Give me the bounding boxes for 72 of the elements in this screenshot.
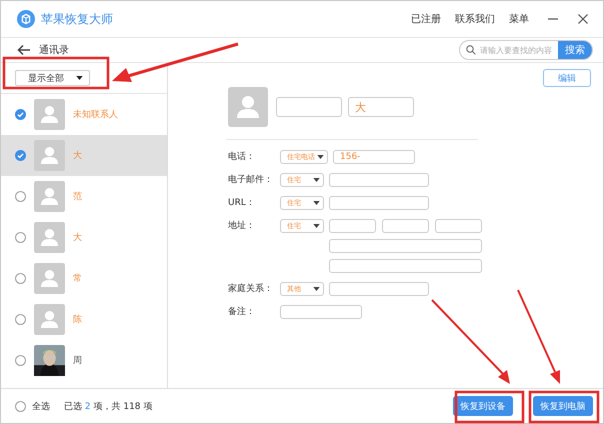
contact-name: 陈 — [73, 314, 82, 326]
selection-status: 已选 2 项，共 118 项 — [64, 400, 152, 412]
text-field[interactable] — [329, 173, 429, 187]
avatar-icon — [34, 304, 65, 335]
contact-name: 大 — [73, 232, 82, 244]
search-icon — [466, 45, 476, 55]
back-arrow-icon[interactable] — [17, 44, 31, 56]
last-name-field[interactable]: 大 — [348, 97, 414, 117]
contact-checkbox[interactable] — [15, 150, 26, 161]
contact-name: 常 — [73, 272, 82, 285]
filter-dropdown[interactable]: 显示全部 — [15, 70, 90, 86]
field-label: 地址： — [228, 220, 256, 233]
first-name-field[interactable] — [276, 97, 342, 117]
select-all-radio[interactable] — [15, 400, 26, 412]
page-title: 通讯录 — [39, 44, 69, 57]
contact-checkbox[interactable] — [15, 191, 26, 202]
restore-button[interactable]: 恢复到设备 — [453, 396, 513, 416]
avatar-icon — [34, 140, 65, 171]
contact-row[interactable]: 大 — [1, 135, 167, 176]
contact-name: 大 — [73, 150, 82, 162]
contact-row[interactable]: 大 — [1, 217, 167, 258]
caret-icon — [313, 287, 320, 291]
nav-link[interactable]: 已注册 — [411, 12, 441, 26]
text-field[interactable] — [329, 282, 429, 296]
annotation-box — [528, 390, 600, 424]
nav-link[interactable]: 联系我们 — [455, 12, 495, 26]
field-label: 备注： — [228, 306, 256, 319]
avatar-icon — [34, 181, 65, 212]
contact-name: 范 — [73, 190, 82, 203]
contact-checkbox[interactable] — [15, 314, 26, 325]
field-label: URL： — [228, 197, 256, 210]
edit-button[interactable]: 编辑 — [543, 69, 591, 87]
search-button[interactable]: 搜索 — [558, 41, 592, 59]
caret-icon — [313, 178, 320, 182]
avatar-icon — [34, 222, 65, 253]
text-field[interactable] — [329, 196, 429, 210]
contact-row[interactable]: 周 — [1, 340, 167, 381]
text-field[interactable] — [329, 259, 482, 273]
text-field[interactable] — [280, 305, 362, 319]
avatar-icon — [34, 99, 65, 130]
caret-icon — [317, 155, 324, 159]
field-label: 电子邮件： — [228, 174, 274, 187]
contact-checkbox[interactable] — [15, 355, 26, 366]
text-field[interactable] — [435, 219, 482, 233]
contact-checkbox[interactable] — [15, 232, 26, 243]
contact-row[interactable]: 常 — [1, 258, 167, 299]
contact-name: 周 — [73, 355, 82, 367]
restore-button[interactable]: 恢复到电脑 — [533, 396, 593, 416]
text-field[interactable]: 156- — [333, 150, 415, 164]
contact-checkbox[interactable] — [15, 273, 26, 284]
text-field[interactable] — [382, 219, 429, 233]
field-label: 电话： — [228, 150, 256, 164]
caret-icon — [313, 201, 320, 205]
contact-checkbox[interactable] — [15, 109, 26, 120]
contact-row[interactable]: 未知联系人 — [1, 94, 167, 135]
search-field[interactable]: 请输入要查找的内容 搜索 — [459, 40, 593, 60]
app-title: 苹果恢复大师 — [41, 10, 113, 28]
field-label: 家庭关系： — [228, 282, 274, 296]
contact-row[interactable]: 陈 — [1, 299, 167, 340]
select-all-label: 全选 — [32, 400, 50, 412]
text-field[interactable] — [329, 239, 482, 253]
close-icon[interactable] — [577, 13, 589, 25]
contact-row[interactable]: 范 — [1, 176, 167, 217]
caret-icon — [313, 224, 320, 228]
text-field[interactable] — [329, 219, 376, 233]
caret-icon — [76, 76, 83, 80]
annotation-box — [454, 390, 524, 424]
contact-name: 未知联系人 — [73, 108, 118, 121]
nav-link[interactable]: 菜单 — [509, 12, 529, 26]
avatar-icon — [228, 87, 268, 127]
logo-icon — [17, 10, 35, 28]
avatar-icon — [34, 263, 65, 294]
